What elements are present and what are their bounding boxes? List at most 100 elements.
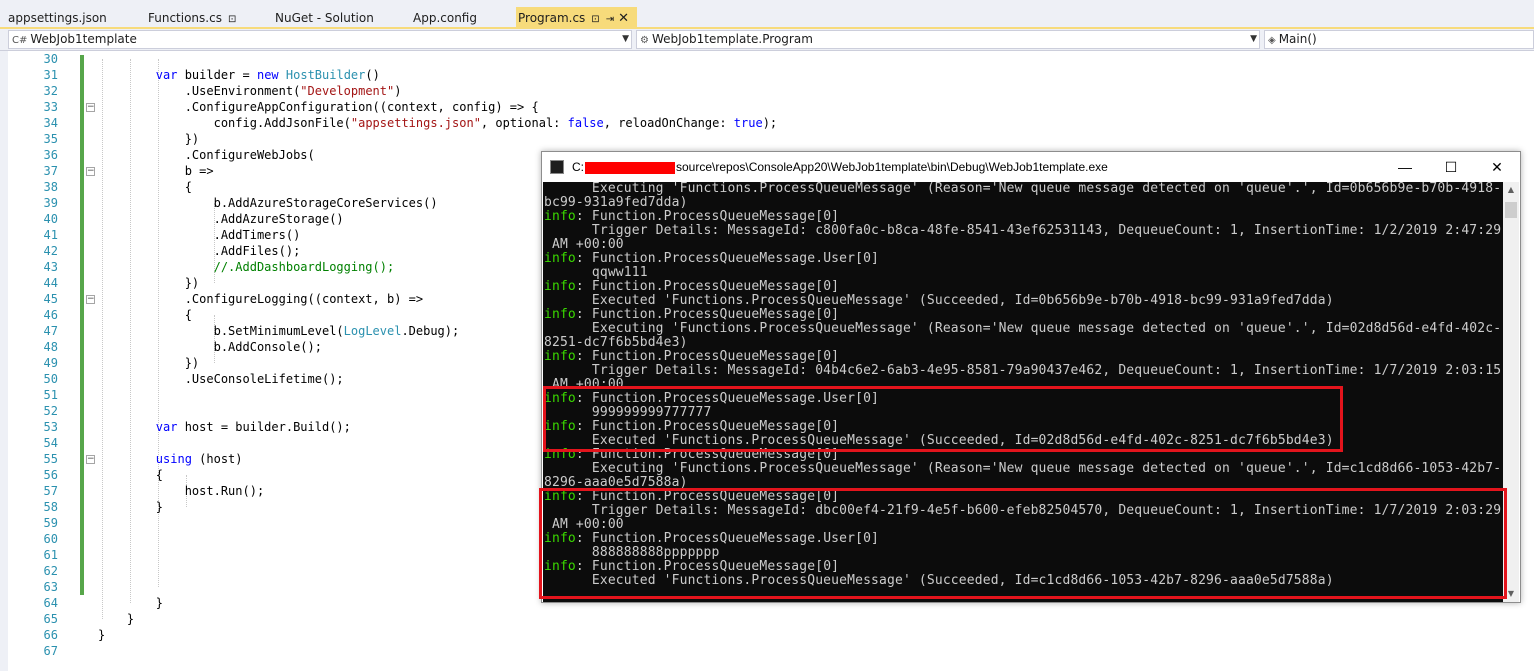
line-number: 52 — [43, 404, 58, 418]
console-app-icon — [550, 160, 564, 174]
line-number: 40 — [43, 212, 58, 226]
method-icon: ◈ — [1268, 35, 1276, 46]
log-level-tag: info — [544, 279, 576, 294]
line-number: 62 — [43, 564, 58, 578]
line-number: 48 — [43, 340, 58, 354]
editor-margin — [0, 51, 8, 671]
scroll-thumb[interactable] — [1505, 202, 1517, 218]
code-line: .ConfigureAppConfiguration((context, con… — [98, 100, 539, 114]
line-number: 35 — [43, 132, 58, 146]
minimize-button[interactable]: — — [1382, 152, 1428, 182]
console-line: Trigger Details: MessageId: c800fa0c-b8c… — [544, 224, 1501, 238]
line-number: 51 — [43, 388, 58, 402]
code-line: b.AddConsole(); — [98, 340, 322, 354]
member-dropdown[interactable]: ◈ Main() — [1264, 30, 1534, 49]
code-line: .UseEnvironment("Development") — [98, 84, 402, 98]
csharp-project-icon: C# — [12, 35, 28, 46]
console-line: Trigger Details: MessageId: 04b4c6e2-6ab… — [544, 364, 1501, 378]
code-line: b.SetMinimumLevel(LogLevel.Debug); — [98, 324, 460, 338]
console-title-bar[interactable]: C: source\repos\ConsoleApp20\WebJob1templ… — [542, 152, 1520, 182]
console-line-text: : Function.ProcessQueueMessage[0] — [575, 307, 840, 322]
line-number: 41 — [43, 228, 58, 242]
log-level-tag: info — [544, 307, 576, 322]
line-number: 34 — [43, 116, 58, 130]
code-line: } — [98, 596, 164, 610]
console-line-text: : Function.ProcessQueueMessage[0] — [575, 349, 840, 364]
change-indicator-bar — [80, 55, 84, 595]
maximize-button[interactable]: ☐ — [1428, 152, 1474, 182]
log-level-tag: info — [544, 349, 576, 364]
console-line: AM +00:00 — [544, 238, 624, 252]
line-number: 60 — [43, 532, 58, 546]
tab-appsettings-json[interactable]: appsettings.json — [6, 8, 107, 29]
tab-functions-cs[interactable]: Functions.cs ⊡ — [146, 8, 236, 29]
line-number: 67 — [43, 644, 58, 658]
code-line: }) — [98, 356, 200, 370]
highlight-box — [539, 488, 1507, 599]
collapse-icon[interactable]: − — [86, 103, 95, 112]
tab-app-config[interactable]: App.config — [411, 8, 477, 29]
scroll-up-icon[interactable]: ▲ — [1503, 182, 1519, 198]
tab-nuget-solution[interactable]: NuGet - Solution — [273, 8, 374, 29]
code-line: config.AddJsonFile("appsettings.json", o… — [98, 116, 778, 130]
line-number: 55 — [43, 452, 58, 466]
code-line: } — [98, 500, 164, 514]
collapse-icon[interactable]: − — [86, 295, 95, 304]
console-title: C: source\repos\ConsoleApp20\WebJob1templ… — [572, 160, 1108, 174]
line-number: 33 — [43, 100, 58, 114]
console-line: info: Function.ProcessQueueMessage[0] — [544, 308, 839, 322]
console-line: Executing 'Functions.ProcessQueueMessage… — [544, 322, 1501, 336]
collapse-icon[interactable]: − — [86, 455, 95, 464]
chevron-down-icon: ▼ — [1250, 34, 1257, 44]
project-dropdown[interactable]: C# WebJob1template ▼ — [8, 30, 632, 49]
code-line: b.AddAzureStorageCoreServices() — [98, 196, 438, 210]
class-icon: ⚙ — [640, 35, 649, 46]
close-tab-icon[interactable]: ✕ — [618, 11, 629, 26]
close-button[interactable]: ✕ — [1474, 152, 1520, 182]
tab-program-cs[interactable]: Program.cs ⊡ ⇥ ✕ — [516, 7, 637, 29]
line-number: 32 — [43, 84, 58, 98]
code-line: .ConfigureWebJobs( — [98, 148, 315, 162]
line-number: 61 — [43, 548, 58, 562]
code-line: } — [98, 628, 106, 642]
line-number: 53 — [43, 420, 58, 434]
line-number: 45 — [43, 292, 58, 306]
console-line-text: Executing 'Functions.ProcessQueueMessage… — [544, 182, 1502, 196]
code-line: b => — [98, 164, 214, 178]
line-number: 50 — [43, 372, 58, 386]
console-window[interactable]: C: source\repos\ConsoleApp20\WebJob1templ… — [539, 151, 1521, 603]
line-number: 37 — [43, 164, 58, 178]
code-line: { — [98, 468, 164, 482]
code-line: { — [98, 180, 192, 194]
line-number: 47 — [43, 324, 58, 338]
line-number: 59 — [43, 516, 58, 530]
console-line: 8251-dc7f6b5bd4e3) — [544, 336, 688, 350]
line-number: 36 — [43, 148, 58, 162]
console-line-text: : Function.ProcessQueueMessage.User[0] — [575, 251, 880, 266]
line-number: 39 — [43, 196, 58, 210]
line-number: 66 — [43, 628, 58, 642]
console-line-text: Executing 'Functions.ProcessQueueMessage… — [544, 321, 1502, 336]
console-line-text: 8251-dc7f6b5bd4e3) — [544, 335, 688, 350]
type-dropdown[interactable]: ⚙ WebJob1template.Program ▼ — [636, 30, 1260, 49]
code-line: host.Run(); — [98, 484, 265, 498]
pin-icon[interactable]: ⊡ — [591, 14, 599, 25]
console-line-text: Executing 'Functions.ProcessQueueMessage… — [544, 461, 1502, 476]
code-line: var builder = new HostBuilder() — [155, 68, 380, 82]
pin-icon[interactable]: ⊡ — [228, 14, 236, 25]
console-line: Executing 'Functions.ProcessQueueMessage… — [544, 182, 1501, 196]
code-line: { — [98, 308, 192, 322]
console-line: qqww111 — [544, 266, 648, 280]
line-number: 31 — [43, 68, 58, 82]
line-number: 64 — [43, 596, 58, 610]
code-line: }) — [98, 132, 200, 146]
pin-active-icon[interactable]: ⇥ — [606, 14, 614, 25]
console-line-text: Executed 'Functions.ProcessQueueMessage'… — [544, 293, 1334, 308]
line-number: 57 — [43, 484, 58, 498]
collapse-icon[interactable]: − — [86, 167, 95, 176]
line-number: 44 — [43, 276, 58, 290]
line-number: 58 — [43, 500, 58, 514]
line-number: 54 — [43, 436, 58, 450]
code-line: } — [98, 612, 135, 626]
code-line: //.AddDashboardLogging(); — [213, 260, 395, 274]
